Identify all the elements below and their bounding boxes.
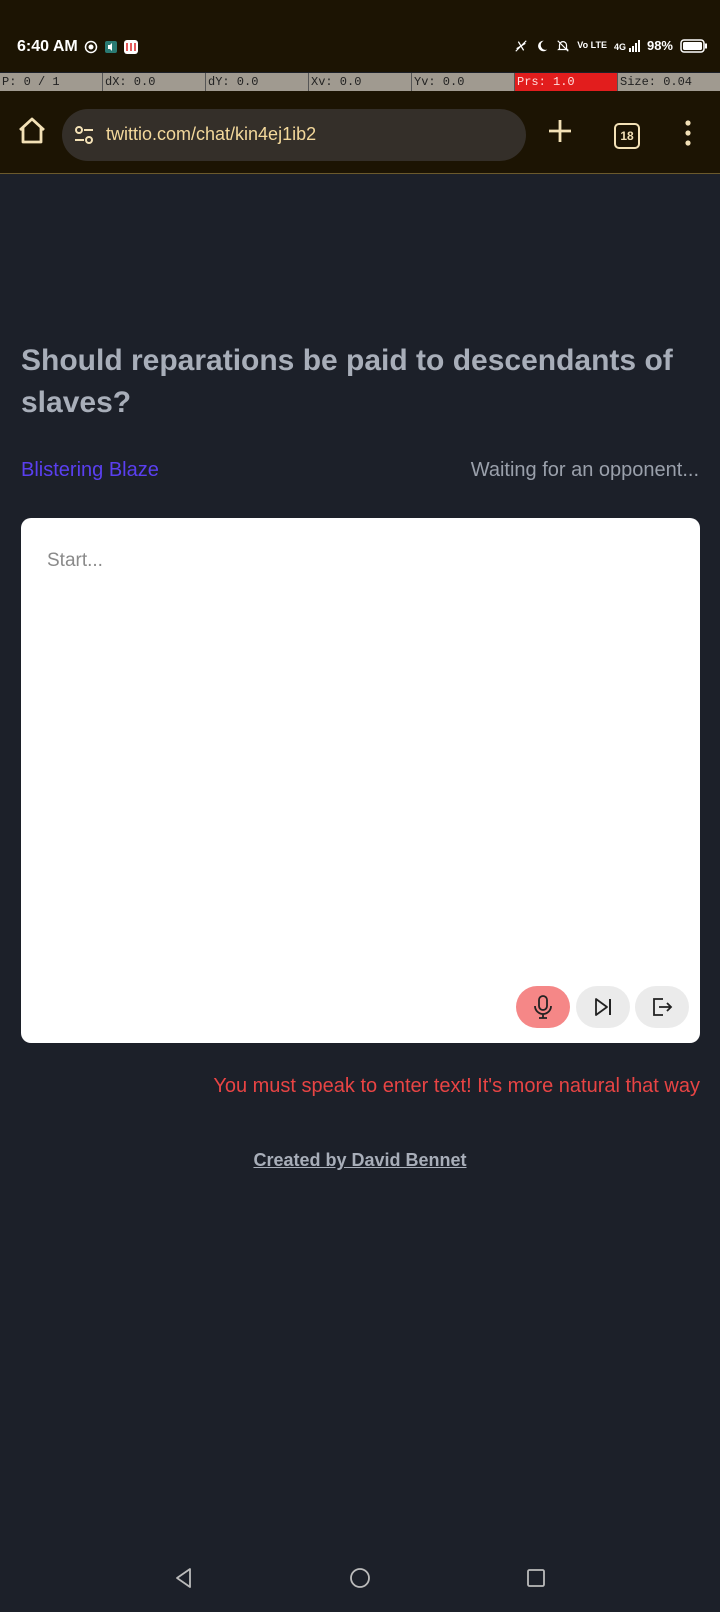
more-vertical-icon[interactable] — [676, 115, 700, 151]
debate-question: Should reparations be paid to descendant… — [21, 344, 673, 419]
status-system-icons: Vo LTE 4G 98% — [514, 38, 708, 53]
moon-icon — [538, 40, 548, 51]
status-time: 6:40 AM — [17, 38, 78, 55]
opponent-status: Waiting for an opponent... — [470, 459, 699, 481]
data-saver-icon — [515, 39, 527, 52]
volte-label: Vo LTE — [577, 40, 607, 50]
overlay-xv: Xv: 0.0 — [308, 73, 411, 91]
leave-chat-button[interactable] — [635, 986, 689, 1028]
browser-toolbar: twittio.com/chat/kin4ej1ib2 18 — [0, 91, 720, 174]
app-notification-icon — [124, 40, 138, 54]
overlay-size: Size: 0.04 — [617, 73, 720, 91]
record-icon — [84, 40, 98, 54]
signal-icon: 4G — [614, 39, 640, 52]
url-text[interactable]: twittio.com/chat/kin4ej1ib2 — [106, 124, 316, 145]
status-bar: 6:40 AM Vo LTE 4G 98% — [0, 0, 720, 72]
mute-bell-icon — [557, 39, 570, 52]
overlay-dx: dX: 0.0 — [102, 73, 205, 91]
recents-square-icon[interactable] — [524, 1566, 548, 1590]
home-circle-icon[interactable] — [348, 1566, 372, 1590]
credit-link[interactable]: Created by David Bennet — [0, 1150, 720, 1171]
microphone-icon — [534, 995, 552, 1019]
speaker-icon — [105, 41, 117, 53]
plus-icon[interactable] — [544, 115, 576, 147]
back-triangle-icon[interactable] — [172, 1566, 196, 1590]
message-editor — [21, 518, 700, 1043]
status-notification-icons — [84, 40, 138, 54]
home-icon[interactable] — [14, 113, 50, 149]
player-name: Blistering Blaze — [21, 459, 159, 481]
microphone-button[interactable] — [516, 986, 570, 1028]
battery-percent: 98% — [646, 38, 673, 53]
overlay-yv: Yv: 0.0 — [411, 73, 514, 91]
tab-switcher-button[interactable]: 18 — [614, 123, 640, 149]
overlay-dy: dY: 0.0 — [205, 73, 308, 91]
system-nav-bar — [0, 1560, 720, 1612]
speak-hint: You must speak to enter text! It's more … — [213, 1075, 700, 1097]
exit-icon — [653, 998, 673, 1016]
overlay-pressure: Prs: 1.0 — [514, 73, 617, 91]
battery-icon — [680, 38, 707, 53]
address-bar[interactable]: twittio.com/chat/kin4ej1ib2 — [62, 109, 526, 161]
skip-next-icon — [595, 998, 611, 1016]
pointer-location-overlay: P: 0 / 1 dX: 0.0 dY: 0.0 Xv: 0.0 Yv: 0.0… — [0, 73, 720, 91]
tune-icon[interactable] — [72, 123, 96, 147]
message-input[interactable] — [21, 518, 700, 1043]
overlay-pointer-count: P: 0 / 1 — [2, 75, 60, 89]
skip-turn-button[interactable] — [576, 986, 630, 1028]
